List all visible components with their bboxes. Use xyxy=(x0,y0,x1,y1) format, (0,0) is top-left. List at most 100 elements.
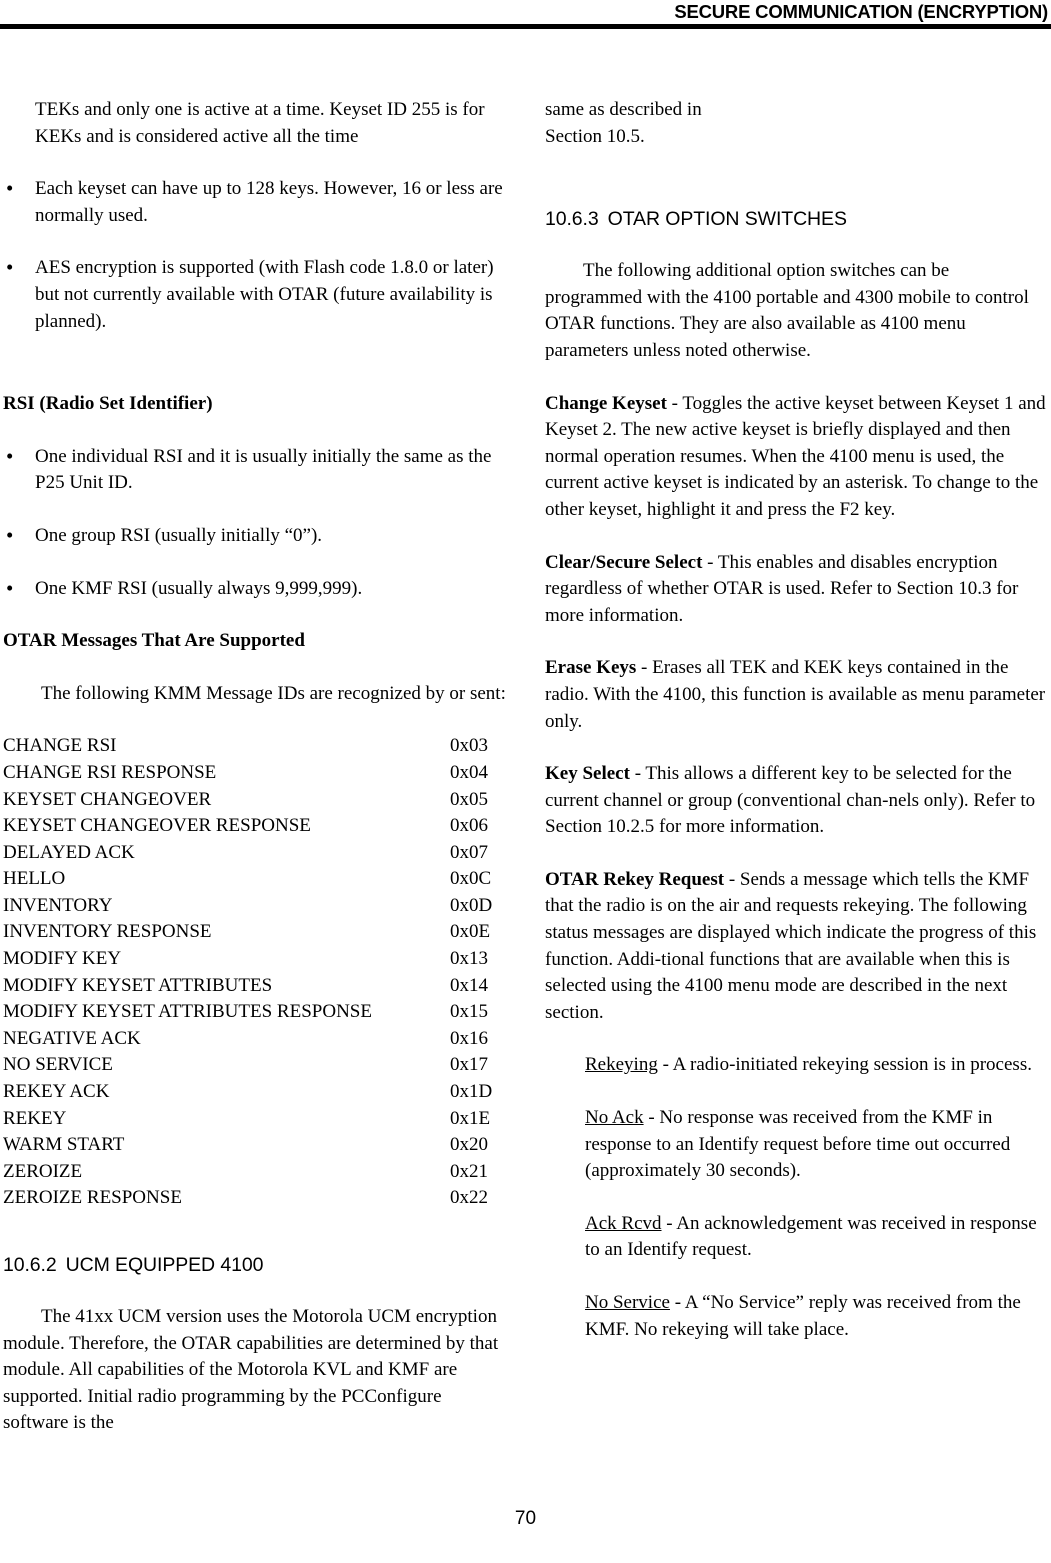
definition-term: OTAR Rekey Request xyxy=(545,868,725,890)
list-item: • AES encryption is supported (with Flas… xyxy=(3,255,510,335)
option-switches-intro: The following additional option switches… xyxy=(545,260,1029,361)
option-switch-definitions: Change Keyset - Toggles the active keyse… xyxy=(545,391,1048,1027)
body-columns: TEKs and only one is active at a time. K… xyxy=(0,97,1051,1497)
message-id-code: 0x0C xyxy=(450,868,492,890)
message-id-code: 0x22 xyxy=(450,1187,488,1209)
message-name: CHANGE RSI xyxy=(3,735,117,757)
message-id-code: 0x1E xyxy=(450,1107,491,1129)
page-header: SECURE COMMUNICATION (ENCRYPTION) xyxy=(0,0,1051,30)
message-id-code: 0x0E xyxy=(450,921,491,943)
definition-term: Change Keyset xyxy=(545,392,667,414)
status-message-separator: - xyxy=(661,1212,677,1234)
message-name: KEYSET CHANGEOVER RESPONSE xyxy=(3,815,311,837)
header-title: SECURE COMMUNICATION (ENCRYPTION) xyxy=(674,1,1048,22)
list-item-text: One individual RSI and it is usually ini… xyxy=(35,445,492,494)
table-row: DELAYED ACK 0x07 xyxy=(3,840,510,867)
message-name: MODIFY KEYSET ATTRIBUTES xyxy=(3,974,273,996)
bullet-icon: • xyxy=(6,522,14,547)
status-message-body: A radio-initiated rekeying session is in… xyxy=(672,1054,1032,1076)
message-name: REKEY xyxy=(3,1107,67,1129)
right-column: same as described in Section 10.5. 10.6.… xyxy=(545,97,1048,1343)
table-row: KEYSET CHANGEOVER 0x05 xyxy=(3,787,510,814)
message-id-code: 0x06 xyxy=(450,815,488,837)
list-item-text: Each keyset can have up to 128 keys. How… xyxy=(35,178,503,226)
rsi-heading: RSI (Radio Set Identifier) xyxy=(3,393,213,415)
message-id-code: 0x21 xyxy=(450,1160,488,1182)
ucm-continuation-line-1: same as described in xyxy=(545,99,702,120)
message-name: MODIFY KEYSET ATTRIBUTES RESPONSE xyxy=(3,1001,372,1023)
left-column: TEKs and only one is active at a time. K… xyxy=(3,97,510,1437)
message-name: KEYSET CHANGEOVER xyxy=(3,788,212,810)
table-row: CHANGE RSI 0x03 xyxy=(3,733,510,760)
status-message-term: Ack Rcvd xyxy=(585,1212,662,1234)
list-item: • One individual RSI and it is usually i… xyxy=(3,444,510,497)
otar-messages-intro: The following KMM Message IDs are recogn… xyxy=(41,682,506,704)
definition-term: Clear/Secure Select xyxy=(545,551,703,573)
status-message-separator: - xyxy=(657,1054,673,1076)
table-row: WARM START 0x20 xyxy=(3,1132,510,1159)
message-name: CHANGE RSI RESPONSE xyxy=(3,761,217,783)
message-name: DELAYED ACK xyxy=(3,841,135,863)
document-page: SECURE COMMUNICATION (ENCRYPTION) TEKs a… xyxy=(0,0,1051,1563)
status-message-term: No Ack xyxy=(585,1107,644,1129)
header-rule xyxy=(0,24,1051,29)
message-name: INVENTORY RESPONSE xyxy=(3,921,212,943)
option-switch-definition: OTAR Rekey Request - Sends a message whi… xyxy=(545,867,1048,1027)
table-row: REKEY 0x1E xyxy=(3,1106,510,1133)
status-message-term: Rekeying xyxy=(585,1054,658,1076)
message-name: HELLO xyxy=(3,868,66,890)
option-switch-definition: Key Select - This allows a different key… xyxy=(545,761,1048,841)
status-message-item: Ack Rcvd - An acknowledgement was receiv… xyxy=(585,1211,1048,1264)
definition-separator: - xyxy=(629,763,646,785)
table-row: ZEROIZE RESPONSE 0x22 xyxy=(3,1185,510,1212)
section-heading-10-6-3: 10.6.3 OTAR OPTION SWITCHES xyxy=(545,206,1048,232)
message-id-code: 0x0D xyxy=(450,894,493,916)
section-title: OTAR OPTION SWITCHES xyxy=(607,208,847,231)
list-item-text: One group RSI (usually initially “0”). xyxy=(35,524,323,546)
list-item: • One KMF RSI (usually always 9,999,999)… xyxy=(3,576,510,603)
list-item-text: One KMF RSI (usually always 9,999,999). xyxy=(35,577,363,599)
message-id-code: 0x20 xyxy=(450,1134,488,1156)
message-id-code: 0x1D xyxy=(450,1081,493,1103)
option-switch-definition: Erase Keys - Erases all TEK and KEK keys… xyxy=(545,655,1048,735)
table-row: ZEROIZE 0x21 xyxy=(3,1159,510,1186)
kmm-message-id-table: CHANGE RSI 0x03 CHANGE RSI RESPONSE 0x04 KEY… xyxy=(3,733,510,1212)
message-id-code: 0x17 xyxy=(450,1054,488,1076)
status-message-item: No Service - A “No Service” reply was re… xyxy=(585,1290,1048,1343)
section-heading-10-6-2: 10.6.2 UCM EQUIPPED 4100 xyxy=(3,1252,510,1278)
table-row: NO SERVICE 0x17 xyxy=(3,1052,510,1079)
list-item: • Each keyset can have up to 128 keys. H… xyxy=(3,176,510,229)
table-row: HELLO 0x0C xyxy=(3,866,510,893)
definition-separator: - xyxy=(702,551,718,573)
table-row: NEGATIVE ACK 0x16 xyxy=(3,1026,510,1053)
status-message-item: Rekeying - A radio-initiated rekeying se… xyxy=(585,1052,1048,1079)
bullet-icon: • xyxy=(6,575,14,600)
section-number: 10.6.2 xyxy=(3,1254,57,1276)
ucm-continuation-line-2: Section 10.5. xyxy=(545,125,645,147)
status-message-list: Rekeying - A radio-initiated rekeying se… xyxy=(545,1052,1048,1343)
definition-term: Erase Keys xyxy=(545,657,637,679)
definition-separator: - xyxy=(666,392,683,414)
table-row: INVENTORY RESPONSE 0x0E xyxy=(3,919,510,946)
option-switch-definition: Clear/Secure Select - This enables and d… xyxy=(545,550,1048,630)
message-id-code: 0x13 xyxy=(450,948,488,970)
message-id-code: 0x03 xyxy=(450,735,488,757)
message-id-code: 0x07 xyxy=(450,841,488,863)
status-message-item: No Ack - No response was received from t… xyxy=(585,1105,1048,1185)
